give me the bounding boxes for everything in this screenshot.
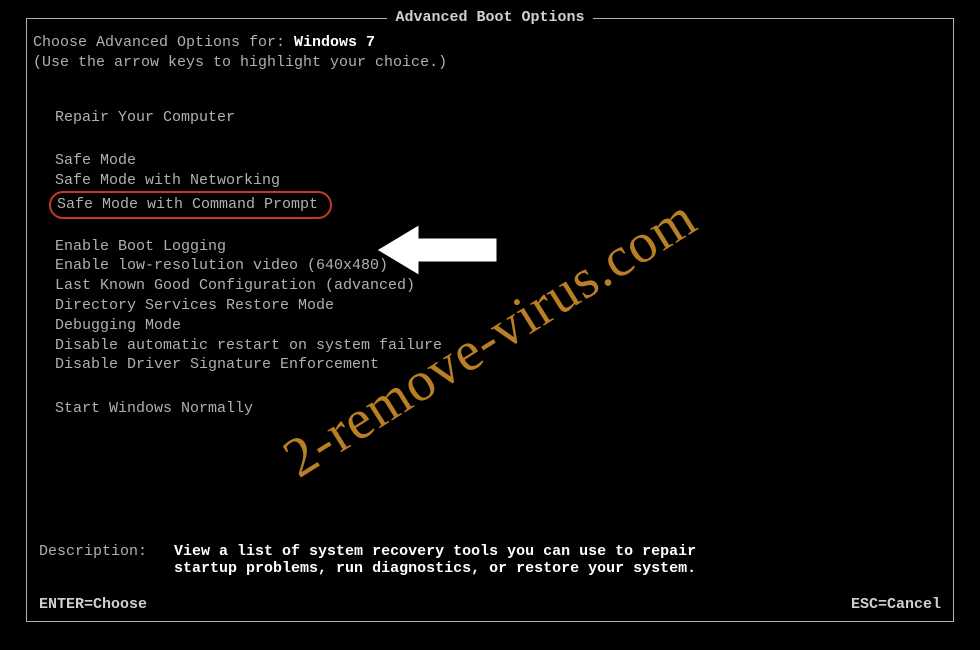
boot-options-frame: Advanced Boot Options Choose Advanced Op… (26, 18, 954, 622)
option-enable-boot-logging[interactable]: Enable Boot Logging (55, 237, 947, 257)
option-safe-mode[interactable]: Safe Mode (55, 151, 947, 171)
footer-bar: ENTER=Choose ESC=Cancel (39, 596, 941, 613)
option-start-windows-normally[interactable]: Start Windows Normally (55, 399, 947, 419)
highlighted-option-box: Safe Mode with Command Prompt (49, 191, 332, 219)
option-disable-automatic-restart[interactable]: Disable automatic restart on system fail… (55, 336, 947, 356)
description-block: Description: View a list of system recov… (39, 543, 941, 577)
title-wrap: Advanced Boot Options (27, 9, 953, 26)
description-line-1: View a list of system recovery tools you… (174, 543, 696, 560)
description-line-2: startup problems, run diagnostics, or re… (174, 560, 696, 577)
screen-title: Advanced Boot Options (387, 9, 592, 26)
content-area: Choose Advanced Options for: Windows 7 (… (33, 33, 947, 615)
prompt-line: Choose Advanced Options for: Windows 7 (33, 33, 947, 53)
description-label: Description: (39, 543, 174, 560)
option-disable-driver-signature[interactable]: Disable Driver Signature Enforcement (55, 355, 947, 375)
option-low-resolution-video[interactable]: Enable low-resolution video (640x480) (55, 256, 947, 276)
description-indent (39, 560, 174, 577)
options-list: Repair Your Computer Safe Mode Safe Mode… (55, 108, 947, 420)
option-safe-mode-networking[interactable]: Safe Mode with Networking (55, 171, 947, 191)
option-safe-mode-command-prompt[interactable]: Safe Mode with Command Prompt (55, 191, 947, 219)
option-last-known-good-configuration[interactable]: Last Known Good Configuration (advanced) (55, 276, 947, 296)
footer-enter: ENTER=Choose (39, 596, 147, 613)
instruction-line: (Use the arrow keys to highlight your ch… (33, 53, 947, 73)
os-name: Windows 7 (294, 34, 375, 51)
option-safe-mode-command-prompt-label: Safe Mode with Command Prompt (57, 196, 318, 213)
prompt-prefix: Choose Advanced Options for: (33, 34, 294, 51)
footer-esc: ESC=Cancel (851, 596, 941, 613)
option-repair-your-computer[interactable]: Repair Your Computer (55, 108, 947, 128)
option-debugging-mode[interactable]: Debugging Mode (55, 316, 947, 336)
option-directory-services-restore[interactable]: Directory Services Restore Mode (55, 296, 947, 316)
